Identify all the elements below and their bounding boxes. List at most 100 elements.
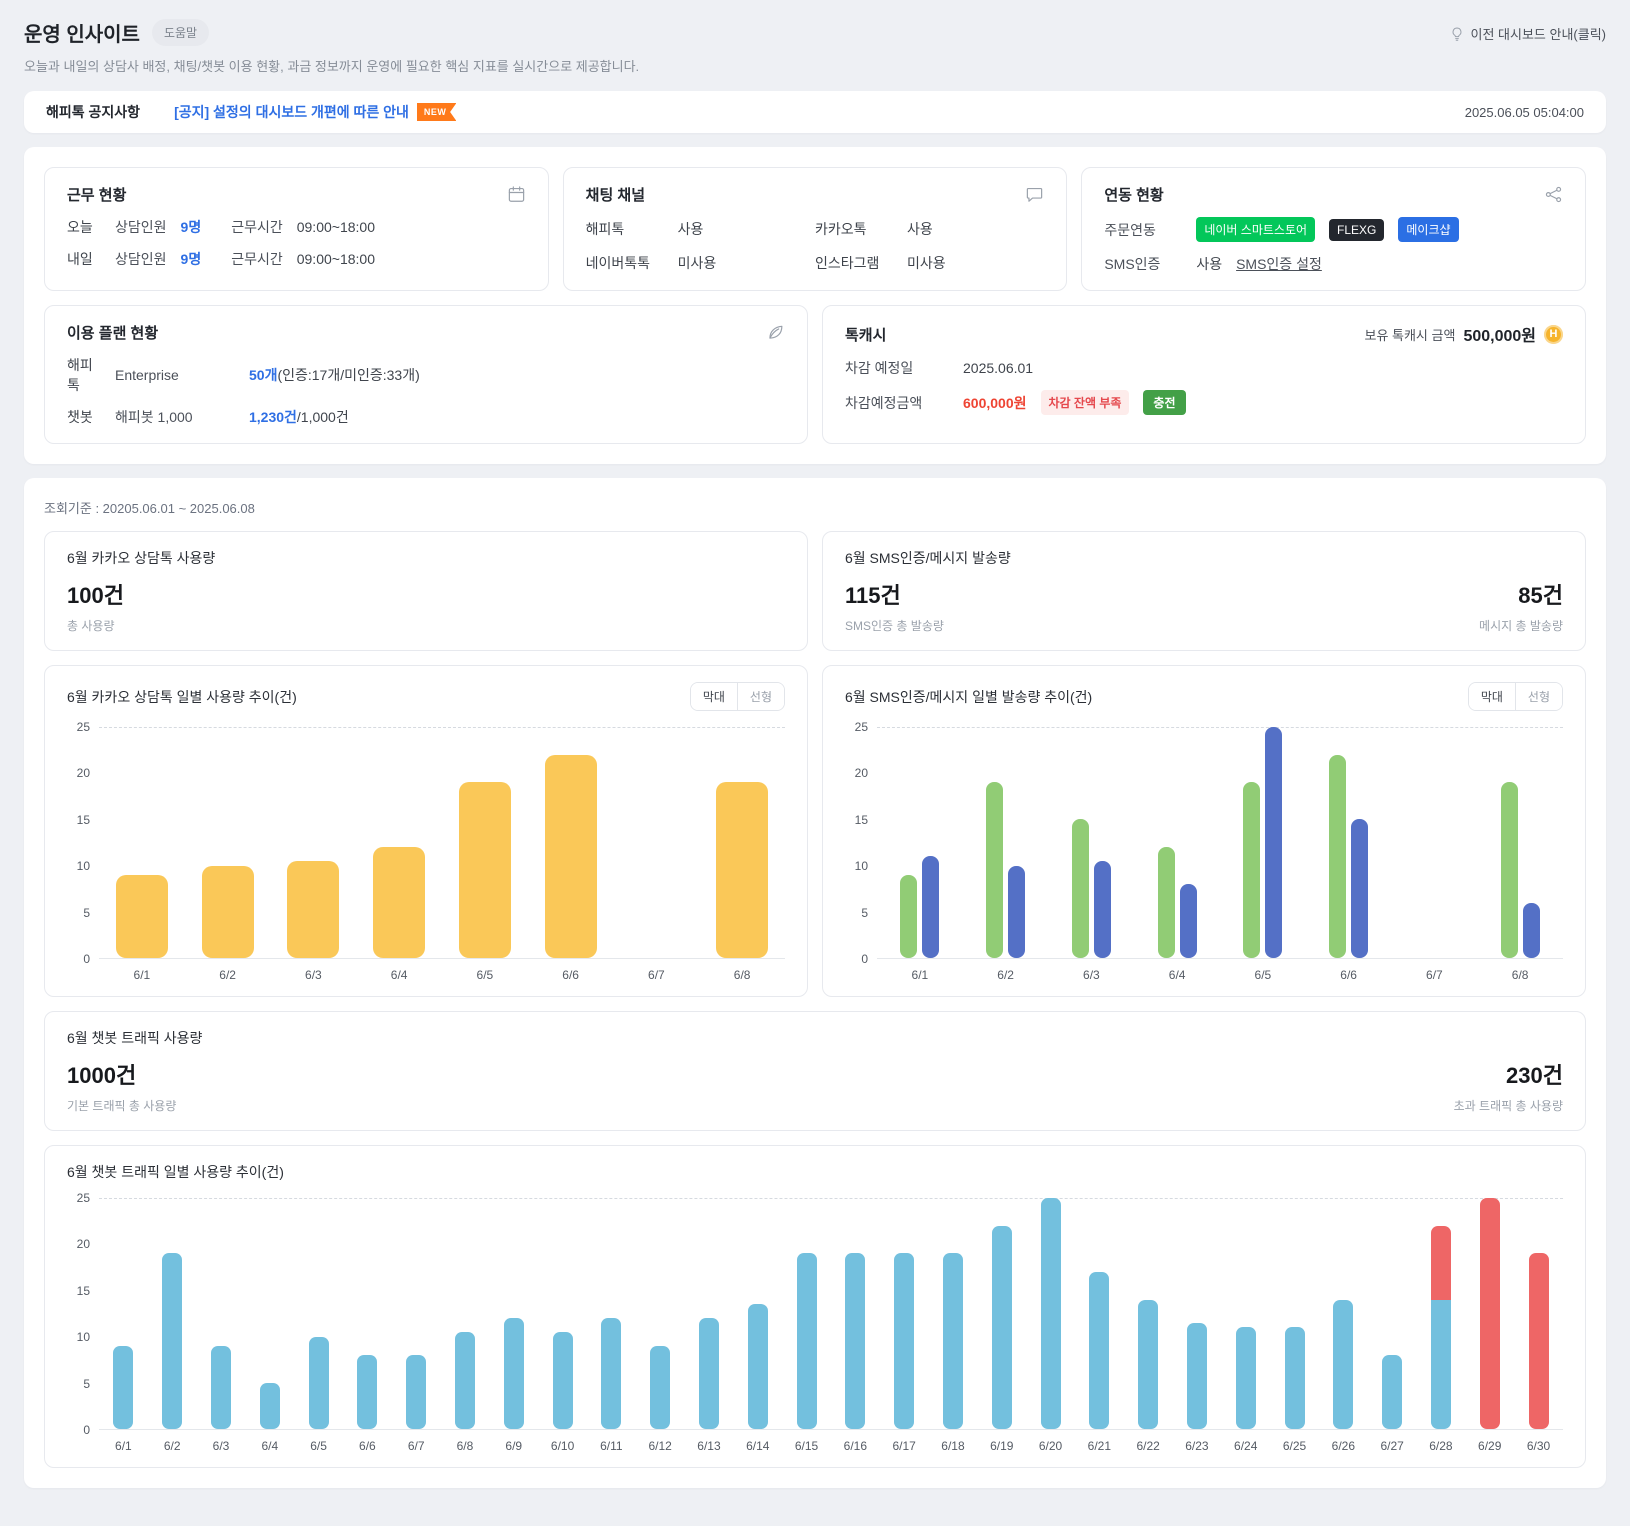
bar-group (489, 1198, 538, 1429)
chart-title: 6월 카카오 상담톡 일별 사용량 추이(건) (67, 688, 297, 705)
plot-area (99, 727, 785, 959)
plot-area (877, 727, 1563, 959)
x-axis-label: 6/8 (1511, 968, 1529, 982)
charge-button[interactable]: 충전 (1143, 390, 1186, 415)
bar (1157, 847, 1175, 958)
prev-dashboard-link[interactable]: 이전 대시보드 안내(클릭) (1449, 24, 1606, 43)
bar (1093, 860, 1111, 958)
summary-value: 230건 (1506, 1063, 1563, 1088)
x-axis-label: 6/15 (794, 1439, 819, 1453)
integration-title: 연동 현황 (1104, 187, 1164, 204)
x-axis-label: 6/25 (1282, 1439, 1307, 1453)
plan-usage-card: 이용 플랜 현황 해피톡 Enterprise 50개(인증:17개/미인증:3… (44, 305, 808, 444)
x-axis-label: 6/23 (1185, 1439, 1209, 1453)
bar-group (699, 727, 785, 958)
work-status-row-tomorrow: 내일 상담인원 9명 근무시간 09:00~18:00 (67, 249, 526, 269)
worktime-label: 근무시간 (231, 219, 283, 235)
channel-name: 인스타그램 (814, 255, 880, 271)
plan-value-number: 50개 (249, 367, 278, 383)
channel-item: 카카오톡 사용 (815, 219, 1044, 239)
y-axis-tick: 0 (83, 1423, 90, 1437)
y-axis-tick: 5 (83, 905, 90, 920)
bar-group (685, 1198, 734, 1429)
stacked-bar (1186, 1322, 1207, 1429)
stacked-bar (650, 1345, 671, 1429)
x-axis-label: 6/4 (390, 968, 408, 982)
bar-group (441, 1198, 490, 1429)
bar-segment (1430, 1299, 1451, 1429)
talkcash-title: 톡캐시 (845, 326, 887, 344)
channel-status: 미사용 (906, 255, 946, 271)
bar-group (1220, 727, 1306, 958)
bar-group (1124, 1198, 1173, 1429)
prev-dashboard-link-label: 이전 대시보드 안내(클릭) (1470, 27, 1606, 42)
sms-auth-label: SMS인증 (1104, 256, 1161, 272)
bar (1265, 727, 1283, 958)
stacked-bar (1284, 1327, 1305, 1429)
bar-group (1465, 1198, 1514, 1429)
x-axis-label: 6/6 (359, 1439, 376, 1453)
bar-group (1417, 1198, 1466, 1429)
calendar-icon (507, 185, 526, 204)
x-axis-label: 6/6 (562, 968, 579, 982)
kakao-daily-chart-card: 6월 카카오 상담톡 일별 사용량 추이(건) 막대 선형 0 5 10 15 20 25… (44, 665, 808, 997)
stacked-bar (357, 1355, 378, 1429)
bar (544, 754, 597, 958)
summary-value: 1000건 (67, 1063, 137, 1088)
deduct-date-label: 차감 예정일 (845, 360, 914, 376)
stacked-bar (601, 1318, 622, 1429)
worktime-label: 근무시간 (231, 251, 283, 267)
integration-badge-flexg: FLEXG (1329, 218, 1385, 241)
order-integration-row: 주문연동 네이버 스마트스토어 FLEXG 메이크샵 (1104, 217, 1563, 242)
y-axis-tick: 15 (854, 812, 868, 827)
bar-group (538, 1198, 587, 1429)
bar (458, 782, 511, 958)
x-axis-label: 6/5 (1254, 968, 1272, 982)
worktime-value: 09:00~18:00 (296, 219, 375, 235)
deduct-date-value: 2025.06.01 (963, 360, 1034, 376)
work-status-row-today: 오늘 상담인원 9명 근무시간 09:00~18:00 (67, 217, 526, 237)
summary-caption: 초과 트래픽 총 사용량 (1453, 1099, 1563, 1113)
coin-icon: H (1544, 324, 1563, 344)
x-axis: 6/1 6/2 6/3 6/4 6/5 6/6 6/7 6/8 6/9 6/10 6/11 6/12 6… (99, 1439, 1563, 1453)
x-axis-label: 6/30 (1526, 1439, 1551, 1453)
bar-group (877, 727, 963, 958)
help-badge[interactable]: 도움말 (151, 19, 210, 46)
bar-view-button[interactable]: 막대 (1468, 683, 1515, 710)
bar-segment (796, 1253, 817, 1429)
y-axis: 0 5 10 15 20 25 (845, 720, 877, 966)
bar-group (1173, 1198, 1222, 1429)
x-axis-label: 6/1 (115, 1439, 132, 1453)
bar-view-button[interactable]: 막대 (690, 683, 737, 710)
line-view-button[interactable]: 선형 (736, 683, 784, 710)
bar-group (614, 727, 700, 958)
plot-area (99, 1198, 1563, 1430)
plan-value-number: 1,230건 (249, 409, 297, 425)
plan-usage-title: 이용 플랜 현황 (67, 325, 159, 342)
bar-segment (406, 1355, 427, 1429)
bar-segment (552, 1331, 573, 1429)
plan-name: 챗봇 (67, 409, 93, 425)
base-traffic-total: 1000건 기본 트래픽 총 사용량 (67, 1058, 176, 1114)
plan-value: 50개(인증:17개/미인증:33개) (249, 365, 420, 385)
x-axis-label: 6/1 (911, 968, 929, 982)
talkcash-balance-value: 500,000원 (1463, 328, 1536, 345)
x-axis-label: 6/28 (1429, 1439, 1453, 1453)
line-view-button[interactable]: 선형 (1514, 683, 1562, 710)
y-axis-tick: 10 (76, 859, 90, 874)
bar (373, 847, 426, 958)
bar-group (1221, 1198, 1270, 1429)
x-axis-label: 6/24 (1234, 1439, 1258, 1453)
x-axis-label: 6/18 (941, 1439, 965, 1453)
plan-tier: Enterprise (115, 367, 179, 383)
x-axis-label: 6/22 (1136, 1439, 1160, 1453)
stacked-bar (1089, 1271, 1110, 1429)
x-axis-label: 6/7 (407, 1439, 425, 1453)
bar-segment (1284, 1327, 1305, 1429)
bar-group (1306, 727, 1392, 958)
notice-link[interactable]: [공지] 설정의 대시보드 개편에 따른 안내 (174, 102, 409, 122)
page-header: 운영 인사이트 도움말 오늘과 내일의 상담사 배정, 채팅/챗봇 이용 현황,… (24, 18, 1606, 75)
x-axis-label: 6/3 (212, 1439, 230, 1453)
sms-settings-link[interactable]: SMS인증 설정 (1236, 254, 1322, 274)
deduct-amount-label: 차감예정금액 (845, 394, 923, 411)
